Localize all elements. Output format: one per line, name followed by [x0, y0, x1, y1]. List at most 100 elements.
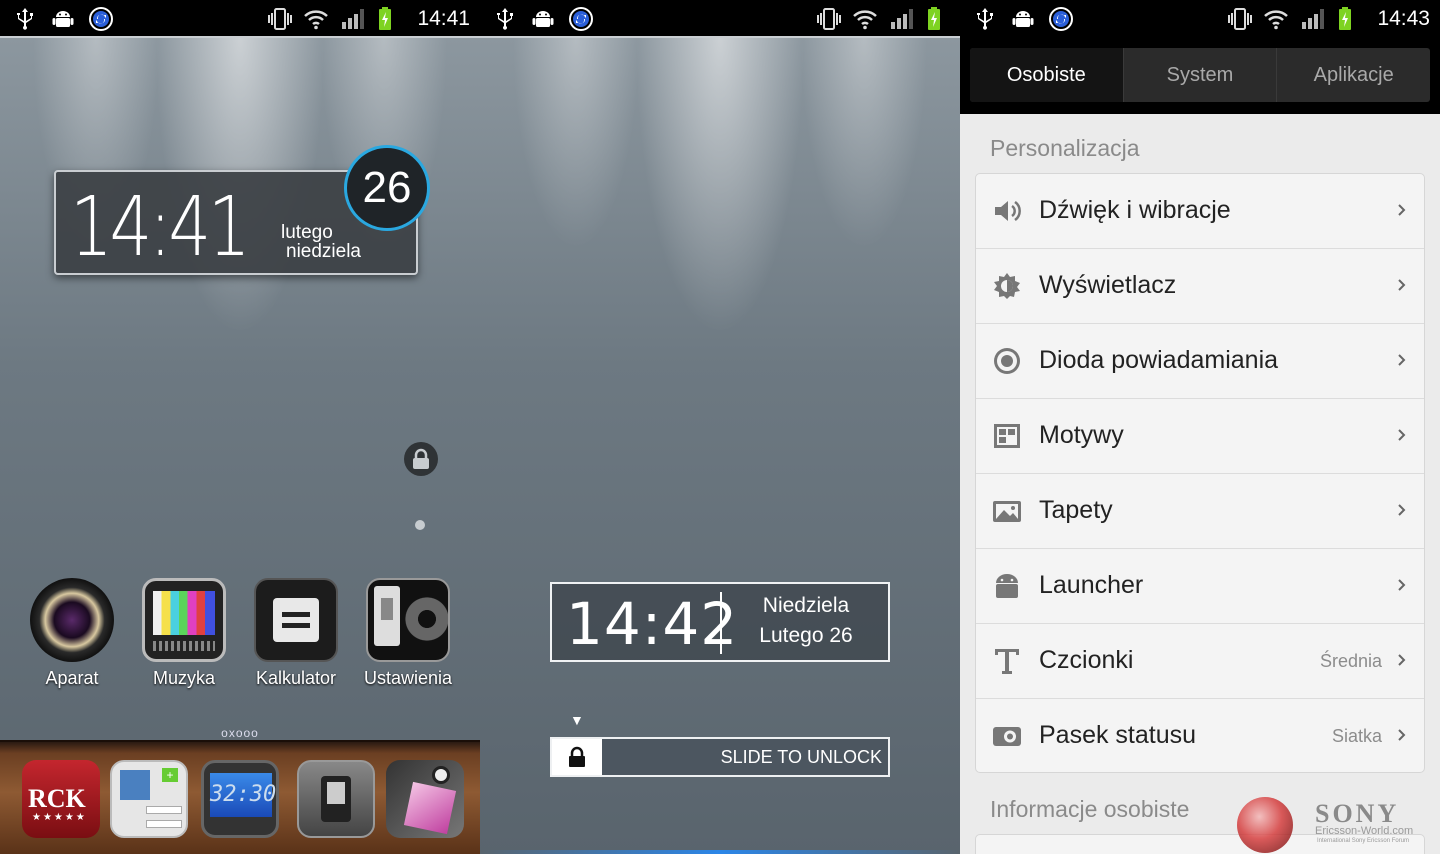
watermark-tagline: International Sony Ericsson Forum: [1317, 838, 1410, 844]
settings-item-pasek[interactable]: Pasek statusu Siatka: [976, 699, 1424, 772]
battery-charging-icon: [1339, 7, 1352, 30]
settings-item-czcionki[interactable]: Czcionki Średnia: [976, 624, 1424, 699]
status-bar[interactable]: 14:41: [0, 0, 480, 38]
app-muzyka[interactable]: Muzyka: [128, 578, 240, 689]
wifi-icon: [304, 10, 329, 30]
clock-time: 14:41: [70, 180, 251, 275]
dock: RCK ★★★★★ + 32:30: [0, 740, 480, 854]
app-aparat[interactable]: Aparat: [16, 578, 128, 689]
status-bar[interactable]: 14:43: [960, 0, 1440, 38]
battery-charging-icon: [379, 7, 392, 30]
gallery-icon[interactable]: [386, 760, 464, 838]
tab-system[interactable]: System: [1122, 48, 1277, 102]
chevron-right-icon: [1398, 204, 1406, 216]
status-time: 14:43: [1377, 7, 1430, 30]
speaker-icon: [995, 200, 1021, 222]
clock-weekday: niedziela: [286, 241, 361, 262]
app-kalkulator[interactable]: Kalkulator: [240, 578, 352, 689]
sync-icon: [1049, 7, 1073, 31]
switch-icon[interactable]: [297, 760, 375, 838]
home-screen: 14:41 14:41 lutego niedziela 26 Aparat M…: [0, 0, 480, 854]
usb-icon: [17, 8, 33, 30]
calculator-icon: [254, 578, 338, 662]
page-dot: [415, 520, 425, 530]
app-ustawienia[interactable]: Ustawienia: [352, 578, 464, 689]
settings-item-label: Dźwięk i wibracje: [1039, 196, 1231, 224]
app-label: Aparat: [45, 668, 99, 688]
signal-icon: [342, 9, 365, 29]
app-row: Aparat Muzyka Kalkulator Ustawienia: [0, 578, 480, 689]
signal-icon: [1302, 9, 1325, 29]
settings-item-label: Czcionki: [1039, 646, 1134, 674]
settings-item-label: Wyświetlacz: [1039, 271, 1177, 299]
camera-lens-icon: [30, 578, 114, 662]
settings-item-label: Dioda powiadamiania: [1039, 346, 1279, 374]
chevron-right-icon: [1398, 579, 1406, 591]
rock-radio-icon[interactable]: RCK ★★★★★: [22, 760, 100, 838]
sync-icon: [89, 7, 113, 31]
clock-divider: [720, 592, 722, 654]
settings-item-tapety[interactable]: Tapety: [976, 474, 1424, 549]
usb-icon: [497, 8, 513, 30]
vibrate-icon: [268, 8, 293, 30]
section-header-informacje: Informacje osobiste: [990, 796, 1190, 822]
contacts-icon[interactable]: +: [110, 760, 188, 838]
slide-to-unlock[interactable]: SLIDE TO UNLOCK: [550, 737, 890, 777]
vibrate-icon: [817, 8, 841, 30]
watermark-site: Ericsson-World.com: [1315, 825, 1414, 837]
lock-icon: [569, 746, 585, 767]
lock-weekday: Niedziela: [762, 594, 850, 617]
android-icon: [996, 574, 1018, 598]
android-debug-icon: [1012, 11, 1034, 27]
settings-item-motywy[interactable]: Motywy: [976, 399, 1424, 474]
app-label: Muzyka: [152, 668, 215, 688]
settings-screen: 14:43 Osobiste System Aplikacje Personal…: [960, 0, 1440, 854]
wifi-icon: [853, 10, 877, 30]
day-badge: 26: [344, 145, 430, 231]
android-debug-icon: [52, 11, 74, 27]
status-time: 14:41: [417, 7, 470, 30]
globe-logo-icon: [1237, 797, 1293, 853]
settings-list: Dźwięk i wibracje Wyświetlacz Dioda powi…: [975, 173, 1425, 773]
lock-screen: 14:42 Niedziela Lutego 26 ▼ SLIDE TO UNL…: [480, 0, 960, 854]
chevron-right-icon: [1398, 354, 1406, 366]
lock-icon[interactable]: [404, 442, 438, 476]
usb-icon: [977, 8, 993, 30]
status-bar[interactable]: [480, 0, 960, 38]
chevron-right-icon: [1398, 729, 1406, 741]
settings-item-dioda[interactable]: Dioda powiadamiania: [976, 324, 1424, 399]
statusbar-icon: [993, 727, 1021, 746]
settings-item-value: Średnia: [1319, 651, 1382, 671]
chevron-right-icon: [1398, 654, 1406, 666]
clock-app-icon[interactable]: 32:30: [201, 760, 279, 838]
wallpaper-icon: [993, 501, 1021, 522]
chevron-right-icon: [1398, 504, 1406, 516]
led-icon: [994, 348, 1020, 374]
settings-item-label: Launcher: [1039, 571, 1144, 599]
chevron-right-icon: [1398, 429, 1406, 441]
chevron-right-icon: [1398, 279, 1406, 291]
brightness-icon: [994, 273, 1020, 299]
settings-item-dzwiek[interactable]: Dźwięk i wibracje: [976, 174, 1424, 249]
battery-charging-icon: [928, 7, 940, 30]
settings-item-launcher[interactable]: Launcher: [976, 549, 1424, 624]
themes-icon: [994, 424, 1020, 448]
slider-knob[interactable]: [552, 739, 602, 775]
app-label: Kalkulator: [255, 668, 337, 688]
font-icon: [995, 649, 1019, 674]
sync-icon: [569, 7, 593, 31]
glow-bar: [480, 850, 960, 854]
app-label: Ustawienia: [363, 668, 453, 688]
tab-osobiste[interactable]: Osobiste: [970, 48, 1123, 102]
settings-item-value: Siatka: [1331, 726, 1382, 746]
wallpaper: [480, 38, 960, 854]
signal-icon: [891, 9, 913, 29]
settings-item-wyswietlacz[interactable]: Wyświetlacz: [976, 249, 1424, 324]
section-header-personalizacja: Personalizacja: [990, 135, 1140, 161]
lock-date: Lutego 26: [759, 624, 853, 647]
page-indicator: oxooo: [221, 726, 259, 740]
sony-ericsson-watermark: SONY Ericsson-World.com International So…: [1237, 795, 1437, 853]
settings-item-label: Tapety: [1039, 496, 1113, 524]
tab-aplikacje[interactable]: Aplikacje: [1276, 48, 1430, 102]
android-debug-icon: [532, 11, 554, 27]
